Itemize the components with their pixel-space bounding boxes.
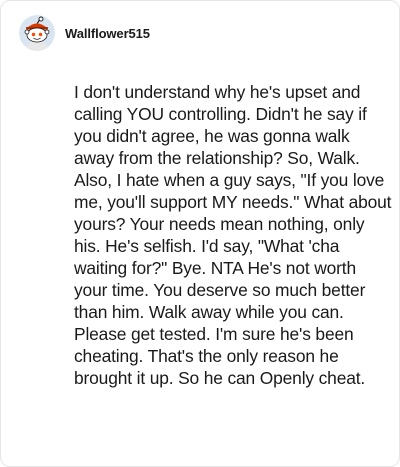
username[interactable]: Wallflower515: [65, 26, 150, 41]
reddit-snoo-avatar-icon[interactable]: [19, 15, 55, 51]
comment-header: Wallflower515: [19, 15, 150, 51]
comment-card: Wallflower515 I don't understand why he'…: [0, 0, 400, 467]
comment-text: I don't understand why he's upset and ca…: [74, 82, 392, 388]
